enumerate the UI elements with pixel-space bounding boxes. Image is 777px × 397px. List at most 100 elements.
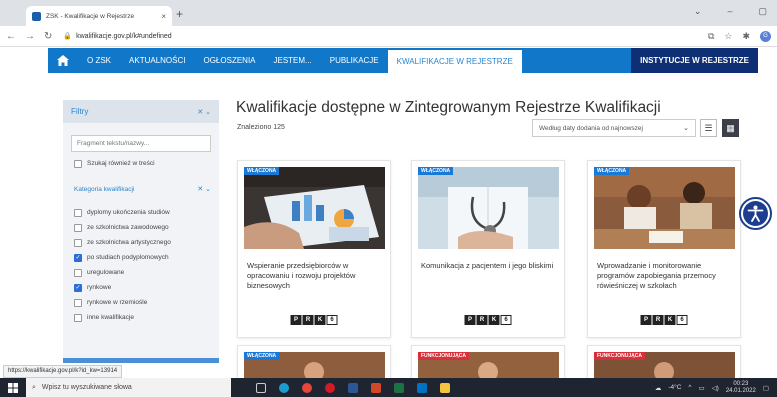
outlook-app-icon[interactable] bbox=[417, 382, 427, 393]
results-count: Znaleziono 125 bbox=[237, 124, 285, 131]
profile-avatar[interactable]: G bbox=[760, 30, 771, 42]
category-checkbox-uregulowane[interactable]: uregulowane bbox=[74, 265, 219, 280]
page-title: Kwalifikacje dostępne w Zintegrowanym Re… bbox=[236, 99, 661, 116]
chevron-up-icon[interactable]: ^ bbox=[688, 384, 691, 391]
windows-start-icon[interactable] bbox=[0, 382, 26, 393]
browser-tab[interactable]: ZSK - Kwalifikacje w Rejestrze × bbox=[26, 6, 172, 26]
checkbox-box[interactable] bbox=[74, 159, 82, 168]
lock-icon: 🔒 bbox=[63, 33, 73, 40]
nav-item-jestem[interactable]: JESTEM... bbox=[265, 48, 321, 73]
file-explorer-icon[interactable] bbox=[440, 382, 450, 393]
nav-item-instytucje-w-rejestrze[interactable]: INSTYTUCJE W REJESTRZE bbox=[631, 48, 758, 73]
qualification-card[interactable]: FUNKCJONUJĄCA bbox=[411, 345, 565, 379]
filter-search-input[interactable] bbox=[77, 140, 205, 147]
clock-time: 00:23 bbox=[733, 380, 749, 387]
prk-letter: R bbox=[302, 315, 314, 325]
url-text: kwalifikacje.gov.pl/k#undefined bbox=[76, 33, 172, 40]
checkbox-label: ze szkolnictwa artystycznego bbox=[87, 239, 171, 246]
bookmark-star-icon[interactable]: ☆ bbox=[724, 31, 732, 42]
minimize-button[interactable]: – bbox=[727, 6, 732, 17]
window-controls: ⌄ – ▢ bbox=[694, 6, 767, 17]
prk-level-badge: P R K 6 bbox=[464, 315, 512, 325]
qualification-card[interactable]: WŁĄCZONA Wspieranie przedsiębiorców w op… bbox=[237, 160, 391, 338]
filters-header[interactable]: Filtry ✕ ⌄ bbox=[63, 100, 219, 123]
sort-select[interactable]: Według daty dodania od najnowszej ⌄ bbox=[532, 119, 696, 137]
forward-arrow-icon[interactable]: → bbox=[25, 31, 35, 42]
checkbox-label: Szukaj również w treści bbox=[87, 160, 155, 167]
edge-browser-icon[interactable] bbox=[279, 382, 289, 393]
maximize-button[interactable]: ▢ bbox=[758, 6, 767, 17]
new-tab-button[interactable]: + bbox=[176, 7, 183, 21]
card-image-business-charts bbox=[244, 167, 385, 249]
category-header[interactable]: Kategoria kwalifikacji ✕ ⌄ bbox=[74, 185, 211, 194]
speaker-icon[interactable]: ◁) bbox=[712, 384, 719, 392]
nav-item-publikacje[interactable]: PUBLIKACJE bbox=[321, 48, 388, 73]
search-icon: ⌕ bbox=[32, 383, 36, 391]
qualification-card[interactable]: WŁĄCZONA bbox=[237, 345, 391, 379]
windows-taskbar: ⌕ Wpisz tu wyszukiwane słowa ☁ -4°C ^ ▭ … bbox=[0, 378, 777, 397]
reload-icon[interactable]: ↻ bbox=[44, 31, 52, 42]
filters-toggle-icon[interactable]: ✕ ⌄ bbox=[197, 108, 211, 116]
card-title[interactable]: Wprowadzanie i monitorowanie programów z… bbox=[597, 261, 733, 291]
back-arrow-icon[interactable]: ← bbox=[6, 31, 16, 42]
word-app-icon[interactable] bbox=[348, 382, 358, 393]
opera-browser-icon[interactable] bbox=[325, 382, 335, 393]
filter-apply-button[interactable] bbox=[63, 358, 219, 363]
card-image-classroom bbox=[594, 167, 735, 249]
share-icon[interactable]: ⧉ bbox=[708, 31, 714, 42]
nav-item-o-zsk[interactable]: O ZSK bbox=[78, 48, 120, 73]
notifications-icon[interactable]: ▢ bbox=[763, 384, 769, 392]
powerpoint-app-icon[interactable] bbox=[371, 382, 381, 393]
checkbox-box[interactable] bbox=[74, 223, 82, 232]
qualification-card[interactable]: WŁĄCZONA Komunikacja z pacjentem i jego … bbox=[411, 160, 565, 338]
grid-view-button[interactable]: ▦ bbox=[722, 119, 739, 137]
task-view-icon[interactable] bbox=[256, 382, 266, 393]
home-icon[interactable] bbox=[48, 55, 78, 66]
site-favicon-icon bbox=[32, 11, 41, 21]
taskbar-apps bbox=[256, 382, 450, 393]
category-checkbox-dyplomy[interactable]: dyplomy ukończenia studiów bbox=[74, 205, 219, 220]
tab-close-icon[interactable]: × bbox=[161, 12, 166, 21]
checkbox-box[interactable] bbox=[74, 238, 82, 247]
extensions-puzzle-icon[interactable]: ✱ bbox=[742, 31, 750, 42]
category-toggle-icon[interactable]: ✕ ⌄ bbox=[197, 185, 211, 193]
category-checkbox-inne[interactable]: inne kwalifikacje bbox=[74, 310, 219, 325]
category-checkbox-szkolnictwo-artystyczne[interactable]: ze szkolnictwa artystycznego bbox=[74, 235, 219, 250]
search-in-content-checkbox[interactable]: Szukaj również w treści bbox=[74, 156, 219, 171]
category-checkbox-szkolnictwo-zawodowe[interactable]: ze szkolnictwa zawodowego bbox=[74, 220, 219, 235]
prk-level-badge: P R K 6 bbox=[640, 315, 688, 325]
category-checkbox-rynkowe[interactable]: ✓ rynkowe bbox=[74, 280, 219, 295]
category-checkbox-podyplomowe[interactable]: ✓ po studiach podyplomowych bbox=[74, 250, 219, 265]
weather-icon[interactable]: ☁ bbox=[655, 384, 662, 392]
prk-letter: P bbox=[640, 315, 652, 325]
status-badge: WŁĄCZONA bbox=[418, 167, 454, 175]
nav-item-aktualnosci[interactable]: AKTUALNOŚCI bbox=[120, 48, 194, 73]
battery-icon[interactable]: ▭ bbox=[698, 384, 704, 392]
card-title[interactable]: Wspieranie przedsiębiorców w opracowaniu… bbox=[247, 261, 383, 291]
checkbox-box[interactable] bbox=[74, 313, 82, 322]
filters-sidebar: Filtry ✕ ⌄ Szukaj również w treści Kateg… bbox=[63, 100, 219, 363]
checkbox-box[interactable] bbox=[74, 268, 82, 277]
accessibility-button[interactable] bbox=[739, 197, 772, 230]
checkbox-box[interactable]: ✓ bbox=[74, 283, 82, 292]
filters-title: Filtry bbox=[71, 107, 89, 116]
checkbox-box[interactable]: ✓ bbox=[74, 253, 82, 262]
list-view-button[interactable]: ☰ bbox=[700, 119, 717, 137]
status-bar-url: https://kwalifikacje.gov.pl/k?id_kw=1391… bbox=[3, 365, 123, 378]
card-title[interactable]: Komunikacja z pacjentem i jego bliskimi bbox=[421, 261, 557, 271]
taskbar-clock[interactable]: 00:23 24.01.2022 bbox=[726, 381, 756, 395]
taskbar-search-box[interactable]: ⌕ Wpisz tu wyszukiwane słowa bbox=[26, 378, 231, 397]
checkbox-box[interactable] bbox=[74, 208, 82, 217]
qualification-card[interactable]: FUNKCJONUJĄCA bbox=[587, 345, 741, 379]
url-field[interactable]: 🔒 kwalifikacje.gov.pl/k#undefined bbox=[63, 32, 171, 40]
qualification-card[interactable]: WŁĄCZONA Wprowadzanie i monitorowanie pr… bbox=[587, 160, 741, 338]
excel-app-icon[interactable] bbox=[394, 382, 404, 393]
site-navigation: O ZSK AKTUALNOŚCI OGŁOSZENIA JESTEM... P… bbox=[48, 48, 758, 73]
checkbox-box[interactable] bbox=[74, 298, 82, 307]
category-checkbox-rynkowe-rzemioslo[interactable]: rynkowe w rzemiośle bbox=[74, 295, 219, 310]
nav-item-kwalifikacje-w-rejestrze[interactable]: KWALIFIKACJE W REJESTRZE bbox=[387, 48, 522, 73]
chevron-down-icon[interactable]: ⌄ bbox=[694, 6, 702, 17]
grid-icon: ▦ bbox=[726, 122, 735, 133]
nav-item-ogloszenia[interactable]: OGŁOSZENIA bbox=[194, 48, 264, 73]
chrome-browser-icon[interactable] bbox=[302, 382, 312, 393]
